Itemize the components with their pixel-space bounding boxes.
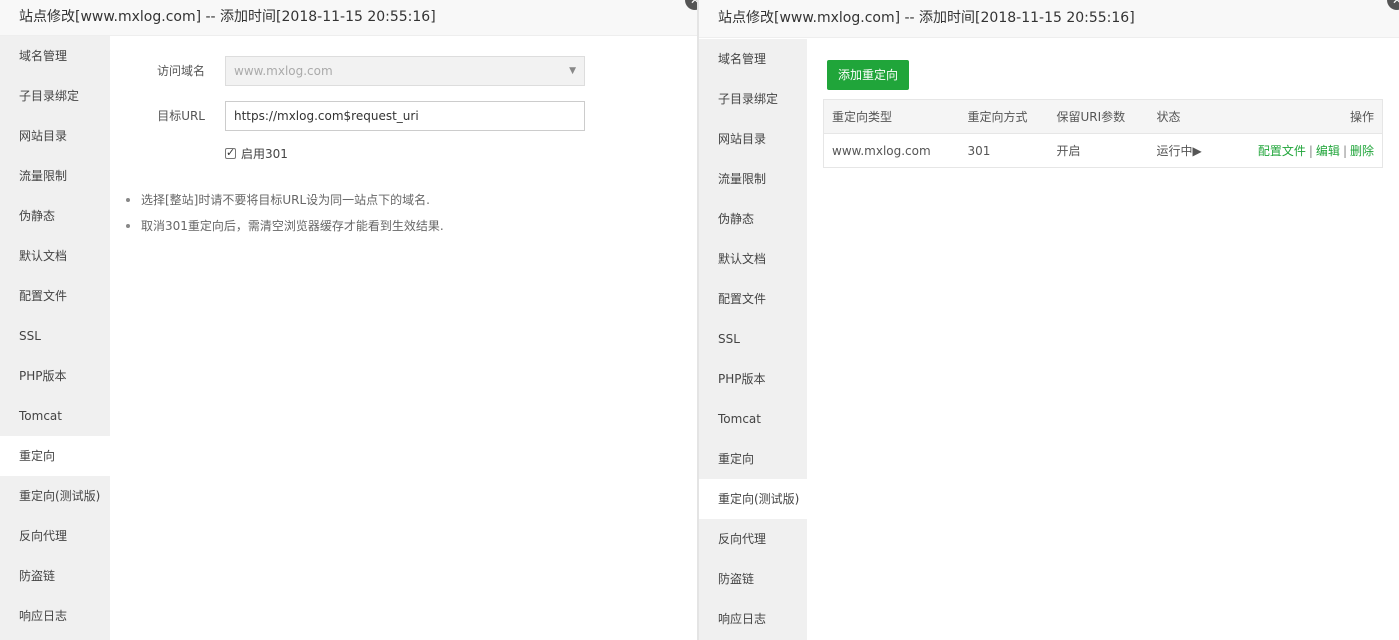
sidebar-item-rewrite[interactable]: 伪静态 bbox=[0, 196, 110, 236]
domain-select[interactable]: www.mxlog.com ▼ bbox=[225, 56, 585, 86]
sidebar-item-default-doc[interactable]: 默认文档 bbox=[699, 239, 807, 279]
separator: | bbox=[1342, 144, 1347, 158]
sidebar-item-proxy[interactable]: 反向代理 bbox=[0, 516, 110, 556]
redirect-form-area: 访问域名 www.mxlog.com ▼ 目标URL https://mxlog… bbox=[110, 36, 697, 640]
col-header-keep-uri: 保留URI参数 bbox=[1048, 99, 1149, 134]
sidebar-item-redirect-beta[interactable]: 重定向(测试版) bbox=[0, 476, 110, 516]
sidebar-item-domain[interactable]: 域名管理 bbox=[0, 36, 110, 76]
caret-down-icon: ▼ bbox=[569, 66, 576, 76]
col-header-type: 重定向类型 bbox=[823, 99, 960, 134]
redirect-table: 重定向类型 重定向方式 保留URI参数 状态 操作 www.mxlog.com … bbox=[823, 99, 1383, 168]
cell-actions: 配置文件 | 编辑 | 删除 bbox=[1229, 134, 1383, 168]
sidebar-item-subdir[interactable]: 子目录绑定 bbox=[0, 76, 110, 116]
cell-method: 301 bbox=[967, 143, 991, 158]
col-header-status: 状态 bbox=[1148, 99, 1229, 134]
domain-row: 访问域名 www.mxlog.com ▼ bbox=[110, 56, 610, 86]
domain-value: www.mxlog.com bbox=[234, 64, 333, 78]
sidebar-item-proxy[interactable]: 反向代理 bbox=[699, 519, 807, 559]
sidebar: 域名管理 子目录绑定 网站目录 流量限制 伪静态 默认文档 配置文件 SSL P… bbox=[699, 39, 807, 640]
sidebar-item-redirect[interactable]: 重定向 bbox=[699, 439, 807, 479]
dialog-title: 站点修改[www.mxlog.com] -- 添加时间[2018-11-15 2… bbox=[0, 0, 697, 36]
sidebar-item-traffic[interactable]: 流量限制 bbox=[0, 156, 110, 196]
sidebar-item-tomcat[interactable]: Tomcat bbox=[699, 399, 807, 439]
enable-301-checkbox[interactable] bbox=[225, 145, 236, 161]
sidebar-item-hotlink[interactable]: 防盗链 bbox=[0, 556, 110, 596]
sidebar-item-subdir[interactable]: 子目录绑定 bbox=[699, 79, 807, 119]
config-file-link[interactable]: 配置文件 bbox=[1258, 144, 1306, 158]
target-row: 目标URL https://mxlog.com$request_uri bbox=[110, 101, 610, 131]
sidebar-item-rewrite[interactable]: 伪静态 bbox=[699, 199, 807, 239]
sidebar-item-ssl[interactable]: SSL bbox=[699, 319, 807, 359]
tip-item: 选择[整站]时请不要将目标URL设为同一站点下的域名. bbox=[124, 190, 444, 216]
enable-301-row[interactable]: 启用301 bbox=[225, 145, 288, 162]
sidebar-item-redirect-beta[interactable]: 重定向(测试版) bbox=[699, 479, 807, 519]
domain-label: 访问域名 bbox=[156, 64, 205, 78]
enable-301-label: 启用301 bbox=[241, 147, 288, 161]
separator: | bbox=[1308, 144, 1313, 158]
sidebar-item-tomcat[interactable]: Tomcat bbox=[0, 396, 110, 436]
dialog-title: 站点修改[www.mxlog.com] -- 添加时间[2018-11-15 2… bbox=[699, 0, 1399, 38]
tips-list: 选择[整站]时请不要将目标URL设为同一站点下的域名. 取消301重定向后，需清… bbox=[124, 190, 444, 242]
add-redirect-button[interactable]: 添加重定向 bbox=[827, 60, 910, 90]
edit-link[interactable]: 编辑 bbox=[1316, 144, 1340, 158]
delete-link[interactable]: 删除 bbox=[1350, 144, 1374, 158]
play-icon: ▶ bbox=[1192, 144, 1202, 158]
col-header-method: 重定向方式 bbox=[959, 99, 1049, 134]
target-url-label: 目标URL bbox=[157, 109, 205, 123]
sidebar-item-php[interactable]: PHP版本 bbox=[699, 359, 807, 399]
left-dialog: 站点修改[www.mxlog.com] -- 添加时间[2018-11-15 2… bbox=[0, 0, 697, 640]
sidebar-item-traffic[interactable]: 流量限制 bbox=[699, 159, 807, 199]
sidebar-item-config[interactable]: 配置文件 bbox=[699, 279, 807, 319]
sidebar-item-domain[interactable]: 域名管理 bbox=[699, 39, 807, 79]
sidebar-item-site-dir[interactable]: 网站目录 bbox=[699, 119, 807, 159]
cell-keep-uri[interactable]: 开启 bbox=[1049, 134, 1149, 168]
sidebar-item-redirect[interactable]: 重定向 bbox=[0, 436, 110, 476]
cell-type: www.mxlog.com bbox=[832, 143, 931, 158]
right-dialog: 站点修改[www.mxlog.com] -- 添加时间[2018-11-15 2… bbox=[699, 0, 1399, 640]
sidebar-item-config[interactable]: 配置文件 bbox=[0, 276, 110, 316]
target-url-input[interactable]: https://mxlog.com$request_uri bbox=[225, 101, 585, 131]
sidebar-item-log[interactable]: 响应日志 bbox=[0, 596, 110, 636]
col-header-actions: 操作 bbox=[1228, 99, 1383, 134]
sidebar-item-php[interactable]: PHP版本 bbox=[0, 356, 110, 396]
table-header-row: 重定向类型 重定向方式 保留URI参数 状态 操作 bbox=[823, 99, 1383, 134]
cell-status[interactable]: 运行中▶ bbox=[1149, 134, 1229, 168]
sidebar-item-ssl[interactable]: SSL bbox=[0, 316, 110, 356]
sidebar-item-default-doc[interactable]: 默认文档 bbox=[0, 236, 110, 276]
sidebar-item-site-dir[interactable]: 网站目录 bbox=[0, 116, 110, 156]
sidebar-item-hotlink[interactable]: 防盗链 bbox=[699, 559, 807, 599]
status-text: 运行中 bbox=[1156, 144, 1193, 158]
sidebar: 域名管理 子目录绑定 网站目录 流量限制 伪静态 默认文档 配置文件 SSL P… bbox=[0, 36, 110, 640]
tip-item: 取消301重定向后，需清空浏览器缓存才能看到生效结果. bbox=[124, 216, 444, 242]
sidebar-item-log[interactable]: 响应日志 bbox=[699, 599, 807, 639]
table-row: www.mxlog.com 301 开启 运行中▶ 配置文件 | 编辑 | 删除 bbox=[824, 134, 1383, 168]
redirect-list-area: 添加重定向 重定向类型 重定向方式 保留URI参数 状态 操作 www.mxlo… bbox=[807, 39, 1399, 640]
